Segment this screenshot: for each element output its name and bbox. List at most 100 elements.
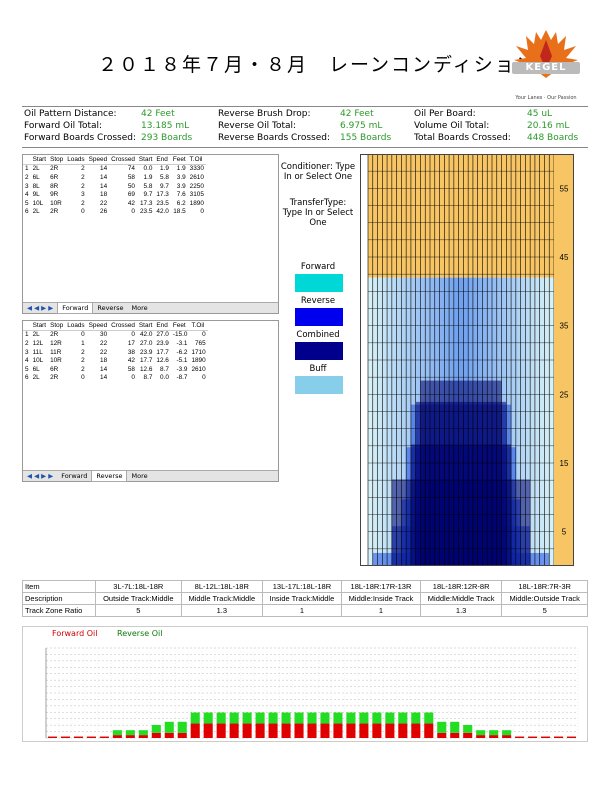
table-cell[interactable]: 14 [87, 164, 109, 173]
table-cell[interactable]: 2 [65, 182, 86, 191]
table-cell[interactable]: 2R [48, 374, 65, 383]
table-row[interactable]: 2 6L 6R 2 14 58 1.9 5.8 3.9 2610 [23, 173, 206, 182]
table-cell[interactable]: 0.0 [137, 164, 155, 173]
table-cell[interactable]: 22 [87, 339, 109, 348]
table-row[interactable]: 6 2L 2R 0 14 0 8.7 0.0 -8.7 0 [23, 374, 208, 383]
column-header[interactable]: Stop [48, 321, 66, 331]
table-cell[interactable]: 3 [23, 348, 31, 357]
table-cell[interactable]: 2 [65, 365, 86, 374]
table-cell[interactable]: 9.7 [137, 190, 155, 199]
table-cell[interactable]: 14 [87, 365, 109, 374]
column-header[interactable]: Speed [86, 321, 110, 331]
table-cell[interactable]: 22 [87, 199, 109, 208]
table-cell[interactable]: 10R [48, 356, 65, 365]
column-header[interactable]: Loads [65, 155, 87, 165]
table-cell[interactable]: 2 [65, 173, 86, 182]
table-row[interactable]: 2 12L 12R 1 22 17 27.0 23.9 -3.1 765 [23, 339, 208, 348]
table-cell[interactable]: 1710 [189, 348, 207, 357]
table-cell[interactable]: -8.7 [171, 374, 190, 383]
table-cell[interactable]: 2L [31, 208, 49, 217]
table-cell[interactable]: 11L [31, 348, 49, 357]
table-cell[interactable]: 2L [31, 374, 49, 383]
table-cell[interactable]: 0 [65, 330, 86, 339]
table-cell[interactable]: 30 [87, 330, 109, 339]
table-cell[interactable]: 23.9 [154, 339, 170, 348]
table-cell[interactable]: 8.7 [137, 374, 155, 383]
table-cell[interactable]: 0.0 [154, 374, 170, 383]
tab-more[interactable]: More [127, 303, 151, 313]
table-cell[interactable]: 4 [23, 356, 31, 365]
table-cell[interactable]: 12L [31, 339, 49, 348]
table-cell[interactable]: 12.6 [154, 356, 170, 365]
column-header[interactable] [23, 155, 31, 165]
table-cell[interactable]: 0 [65, 208, 86, 217]
table-cell[interactable]: 2 [23, 339, 31, 348]
table-cell[interactable]: 23.5 [154, 199, 170, 208]
table-cell[interactable]: 1.9 [171, 164, 188, 173]
table-cell[interactable]: -3.1 [171, 339, 190, 348]
table-cell[interactable]: 8L [31, 182, 49, 191]
table-cell[interactable]: 0 [189, 374, 207, 383]
table-cell[interactable]: 0 [188, 208, 206, 217]
table-cell[interactable]: 42.0 [137, 330, 155, 339]
table-cell[interactable]: 2610 [189, 365, 207, 374]
table-cell[interactable]: 42 [109, 199, 137, 208]
table-cell[interactable]: 42 [109, 356, 137, 365]
table-cell[interactable]: 7.6 [171, 190, 188, 199]
column-header[interactable]: End [154, 321, 171, 331]
table-cell[interactable]: 1.9 [137, 173, 155, 182]
table-cell[interactable]: 18 [87, 356, 109, 365]
table-cell[interactable]: 2 [65, 199, 86, 208]
table-cell[interactable]: 1 [23, 330, 31, 339]
table-cell[interactable]: 11R [48, 348, 65, 357]
table-cell[interactable]: 2 [65, 356, 86, 365]
table-row[interactable]: 5 6L 6R 2 14 58 12.6 8.7 -3.9 2610 [23, 365, 208, 374]
table-cell[interactable]: 765 [189, 339, 207, 348]
column-header[interactable]: Feet [170, 321, 190, 331]
table-cell[interactable]: 1 [65, 339, 86, 348]
table-cell[interactable]: 0 [109, 330, 137, 339]
column-header[interactable]: Feet [170, 155, 188, 165]
table-cell[interactable]: 5 [23, 365, 31, 374]
table-cell[interactable]: 0 [189, 330, 207, 339]
table-cell[interactable]: 10L [31, 356, 49, 365]
table-row[interactable]: 1 2L 2R 0 30 0 42.0 27.0 -15.0 0 [23, 330, 208, 339]
table-cell[interactable]: 12.6 [137, 365, 155, 374]
table-cell[interactable]: 8.7 [154, 365, 170, 374]
column-header[interactable] [23, 321, 31, 331]
table-cell[interactable]: 8R [48, 182, 65, 191]
table-cell[interactable]: 6R [48, 365, 65, 374]
table-cell[interactable]: 2 [23, 173, 31, 182]
column-header[interactable]: Speed [86, 155, 110, 165]
table-cell[interactable]: 22 [87, 348, 109, 357]
table-cell[interactable]: 0 [109, 374, 137, 383]
table-cell[interactable]: 42.0 [154, 208, 170, 217]
table-cell[interactable]: 3 [23, 182, 31, 191]
table-cell[interactable]: 1890 [188, 199, 206, 208]
table-row[interactable]: 4 9L 9R 3 18 69 9.7 17.3 7.6 3105 [23, 190, 206, 199]
table-cell[interactable]: 1890 [189, 356, 207, 365]
table-cell[interactable]: 5.8 [137, 182, 155, 191]
table-cell[interactable]: 1.9 [154, 164, 170, 173]
tab-reverse[interactable]: Reverse [93, 303, 127, 313]
table-cell[interactable]: 10L [31, 199, 49, 208]
table-cell[interactable]: 2250 [188, 182, 206, 191]
table-cell[interactable]: 6L [31, 173, 49, 182]
table-cell[interactable]: 17.3 [137, 199, 155, 208]
table-cell[interactable]: 58 [109, 365, 137, 374]
table-cell[interactable]: 3105 [188, 190, 206, 199]
table-cell[interactable]: 6.2 [171, 199, 188, 208]
table-cell[interactable]: 27.0 [137, 339, 155, 348]
table-cell[interactable]: 2L [31, 330, 49, 339]
transfer-type-select[interactable]: TransferType: Type In or Select One [280, 198, 356, 228]
table-cell[interactable]: 5 [23, 199, 31, 208]
table-cell[interactable]: 23.5 [137, 208, 155, 217]
table-cell[interactable]: 5.8 [154, 173, 170, 182]
table-cell[interactable]: 2L [31, 164, 49, 173]
tab-reverse[interactable]: Reverse [91, 471, 128, 482]
table-cell[interactable]: 14 [87, 182, 109, 191]
column-header[interactable]: Start [30, 321, 49, 331]
tab-nav-arrows-icon[interactable]: ◀ ◀ ▶ ▶ [23, 471, 57, 481]
table-cell[interactable]: -15.0 [171, 330, 190, 339]
table-cell[interactable]: 27.0 [154, 330, 170, 339]
